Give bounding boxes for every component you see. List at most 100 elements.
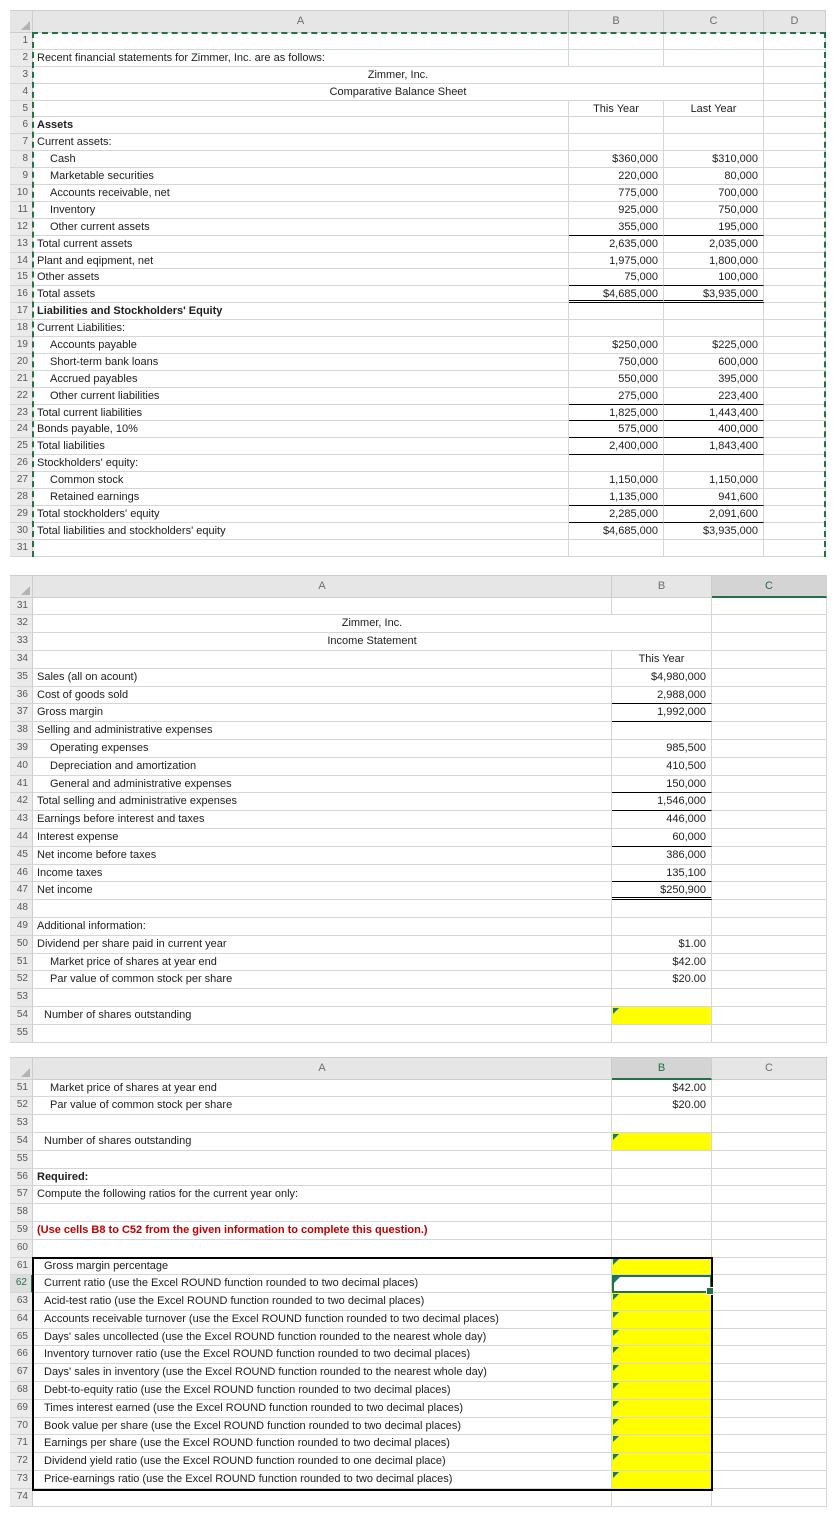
column-header-B[interactable]: B bbox=[612, 1056, 712, 1080]
cell-balance-sheet-B21[interactable]: 550,000 bbox=[569, 370, 664, 388]
cell-balance-sheet-D7[interactable] bbox=[764, 134, 826, 152]
row-header-51[interactable]: 51 bbox=[10, 953, 33, 972]
cell-balance-sheet-D14[interactable] bbox=[764, 252, 826, 270]
row-header-58[interactable]: 58 bbox=[10, 1204, 33, 1222]
cell-balance-sheet-B10[interactable]: 775,000 bbox=[569, 185, 664, 202]
cell-income-statement-A45[interactable]: Net income before taxes bbox=[33, 846, 612, 865]
row-header-52[interactable]: 52 bbox=[10, 971, 33, 990]
cell-required-ratios-C54[interactable] bbox=[712, 1132, 827, 1151]
cell-income-statement-A47[interactable]: Net income bbox=[33, 882, 612, 901]
cell-income-statement-B50[interactable]: $1.00 bbox=[612, 935, 712, 954]
cell-balance-sheet-B29[interactable]: 2,285,000 bbox=[569, 505, 664, 523]
cell-required-ratios-A65[interactable]: Days' sales uncollected (use the Excel R… bbox=[33, 1328, 612, 1347]
cell-required-ratios-A53[interactable] bbox=[33, 1115, 612, 1133]
row-header-74[interactable]: 74 bbox=[10, 1488, 33, 1507]
cell-balance-sheet-D5[interactable] bbox=[764, 100, 826, 118]
cell-balance-sheet-C6[interactable] bbox=[664, 117, 764, 135]
row-header-22[interactable]: 22 bbox=[10, 387, 33, 405]
cell-income-statement-C42[interactable] bbox=[712, 793, 827, 812]
cell-income-statement-B52[interactable]: $20.00 bbox=[612, 971, 712, 990]
cell-balance-sheet-D25[interactable] bbox=[764, 438, 826, 456]
cell-balance-sheet-A4[interactable]: Comparative Balance Sheet bbox=[33, 83, 764, 101]
cell-balance-sheet-C17[interactable] bbox=[664, 303, 764, 321]
cell-income-statement-A44[interactable]: Interest expense bbox=[33, 828, 612, 847]
row-header-50[interactable]: 50 bbox=[10, 935, 33, 954]
cell-balance-sheet-B18[interactable] bbox=[569, 320, 664, 338]
cell-balance-sheet-A16[interactable]: Total assets bbox=[33, 286, 569, 304]
cell-income-statement-C44[interactable] bbox=[712, 828, 827, 847]
cell-required-ratios-A69[interactable]: Times interest earned (use the Excel ROU… bbox=[33, 1399, 612, 1418]
cell-income-statement-C55[interactable] bbox=[712, 1024, 827, 1043]
cell-balance-sheet-C12[interactable]: 195,000 bbox=[664, 218, 764, 236]
row-header-59[interactable]: 59 bbox=[10, 1221, 33, 1240]
column-header-A[interactable]: A bbox=[33, 574, 612, 598]
cell-balance-sheet-D4[interactable] bbox=[764, 83, 826, 101]
cell-required-ratios-C73[interactable] bbox=[712, 1471, 827, 1489]
row-header-33[interactable]: 33 bbox=[10, 633, 33, 651]
cell-required-ratios-A60[interactable] bbox=[33, 1239, 612, 1258]
cell-balance-sheet-A28[interactable]: Retained earnings bbox=[33, 489, 569, 506]
cell-balance-sheet-A2[interactable]: Recent financial statements for Zimmer, … bbox=[33, 49, 569, 67]
cell-required-ratios-C67[interactable] bbox=[712, 1364, 827, 1383]
cell-required-ratios-A68[interactable]: Debt-to-equity ratio (use the Excel ROUN… bbox=[33, 1382, 612, 1400]
cell-income-statement-C48[interactable] bbox=[712, 900, 827, 918]
cell-income-statement-A35[interactable]: Sales (all on acount) bbox=[33, 668, 612, 687]
cell-income-statement-A42[interactable]: Total selling and administrative expense… bbox=[33, 793, 612, 812]
cell-required-ratios-C57[interactable] bbox=[712, 1186, 827, 1205]
cell-income-statement-A54[interactable]: Number of shares outstanding bbox=[33, 1006, 612, 1025]
cell-balance-sheet-D21[interactable] bbox=[764, 370, 826, 388]
row-header-49[interactable]: 49 bbox=[10, 917, 33, 936]
row-header-31[interactable]: 31 bbox=[10, 539, 33, 557]
row-header-57[interactable]: 57 bbox=[10, 1186, 33, 1205]
cell-income-statement-C50[interactable] bbox=[712, 935, 827, 954]
cell-income-statement-A32[interactable]: Zimmer, Inc. bbox=[33, 615, 712, 634]
cell-income-statement-A49[interactable]: Additional information: bbox=[33, 917, 612, 936]
row-header-17[interactable]: 17 bbox=[10, 303, 33, 321]
row-header-4[interactable]: 4 bbox=[10, 83, 33, 101]
cell-balance-sheet-A3[interactable]: Zimmer, Inc. bbox=[33, 66, 764, 84]
cell-required-ratios-A54[interactable]: Number of shares outstanding bbox=[33, 1132, 612, 1151]
cell-balance-sheet-B12[interactable]: 355,000 bbox=[569, 218, 664, 236]
cell-balance-sheet-C7[interactable] bbox=[664, 134, 764, 152]
cell-required-ratios-B71[interactable] bbox=[612, 1435, 712, 1454]
cell-income-statement-C49[interactable] bbox=[712, 917, 827, 936]
cell-balance-sheet-C30[interactable]: $3,935,000 bbox=[664, 522, 764, 540]
row-header-24[interactable]: 24 bbox=[10, 421, 33, 439]
column-header-D[interactable]: D bbox=[764, 10, 826, 33]
cell-required-ratios-C59[interactable] bbox=[712, 1221, 827, 1240]
cell-balance-sheet-D22[interactable] bbox=[764, 387, 826, 405]
cell-balance-sheet-A11[interactable]: Inventory bbox=[33, 201, 569, 219]
cell-income-statement-C35[interactable] bbox=[712, 668, 827, 687]
cell-balance-sheet-B19[interactable]: $250,000 bbox=[569, 337, 664, 354]
row-header-9[interactable]: 9 bbox=[10, 168, 33, 186]
cell-income-statement-B53[interactable] bbox=[612, 989, 712, 1007]
cell-required-ratios-C52[interactable] bbox=[712, 1097, 827, 1116]
cell-income-statement-C34[interactable] bbox=[712, 651, 827, 669]
row-header-21[interactable]: 21 bbox=[10, 370, 33, 388]
cell-balance-sheet-A13[interactable]: Total current assets bbox=[33, 235, 569, 253]
cell-balance-sheet-A12[interactable]: Other current assets bbox=[33, 218, 569, 236]
cell-required-ratios-B72[interactable] bbox=[612, 1453, 712, 1472]
row-header-37[interactable]: 37 bbox=[10, 704, 33, 723]
cell-balance-sheet-B22[interactable]: 275,000 bbox=[569, 387, 664, 405]
cell-income-statement-A52[interactable]: Par value of common stock per share bbox=[33, 971, 612, 990]
cell-balance-sheet-C25[interactable]: 1,843,400 bbox=[664, 438, 764, 456]
row-header-51[interactable]: 51 bbox=[10, 1079, 33, 1098]
cell-required-ratios-B66[interactable] bbox=[612, 1346, 712, 1365]
cell-balance-sheet-C11[interactable]: 750,000 bbox=[664, 201, 764, 219]
row-header-46[interactable]: 46 bbox=[10, 864, 33, 883]
cell-required-ratios-C68[interactable] bbox=[712, 1382, 827, 1400]
row-header-62[interactable]: 62 bbox=[10, 1275, 33, 1294]
cell-balance-sheet-C5[interactable]: Last Year bbox=[664, 100, 764, 118]
cell-balance-sheet-C20[interactable]: 600,000 bbox=[664, 353, 764, 371]
cell-balance-sheet-A5[interactable] bbox=[33, 100, 569, 118]
cell-balance-sheet-D27[interactable] bbox=[764, 472, 826, 490]
cell-balance-sheet-C18[interactable] bbox=[664, 320, 764, 338]
cell-balance-sheet-B28[interactable]: 1,135,000 bbox=[569, 489, 664, 506]
cell-income-statement-C52[interactable] bbox=[712, 971, 827, 990]
cell-required-ratios-B68[interactable] bbox=[612, 1382, 712, 1400]
cell-balance-sheet-D26[interactable] bbox=[764, 455, 826, 473]
select-all-corner[interactable] bbox=[10, 1056, 33, 1080]
cell-balance-sheet-C21[interactable]: 395,000 bbox=[664, 370, 764, 388]
cell-balance-sheet-B14[interactable]: 1,975,000 bbox=[569, 252, 664, 270]
